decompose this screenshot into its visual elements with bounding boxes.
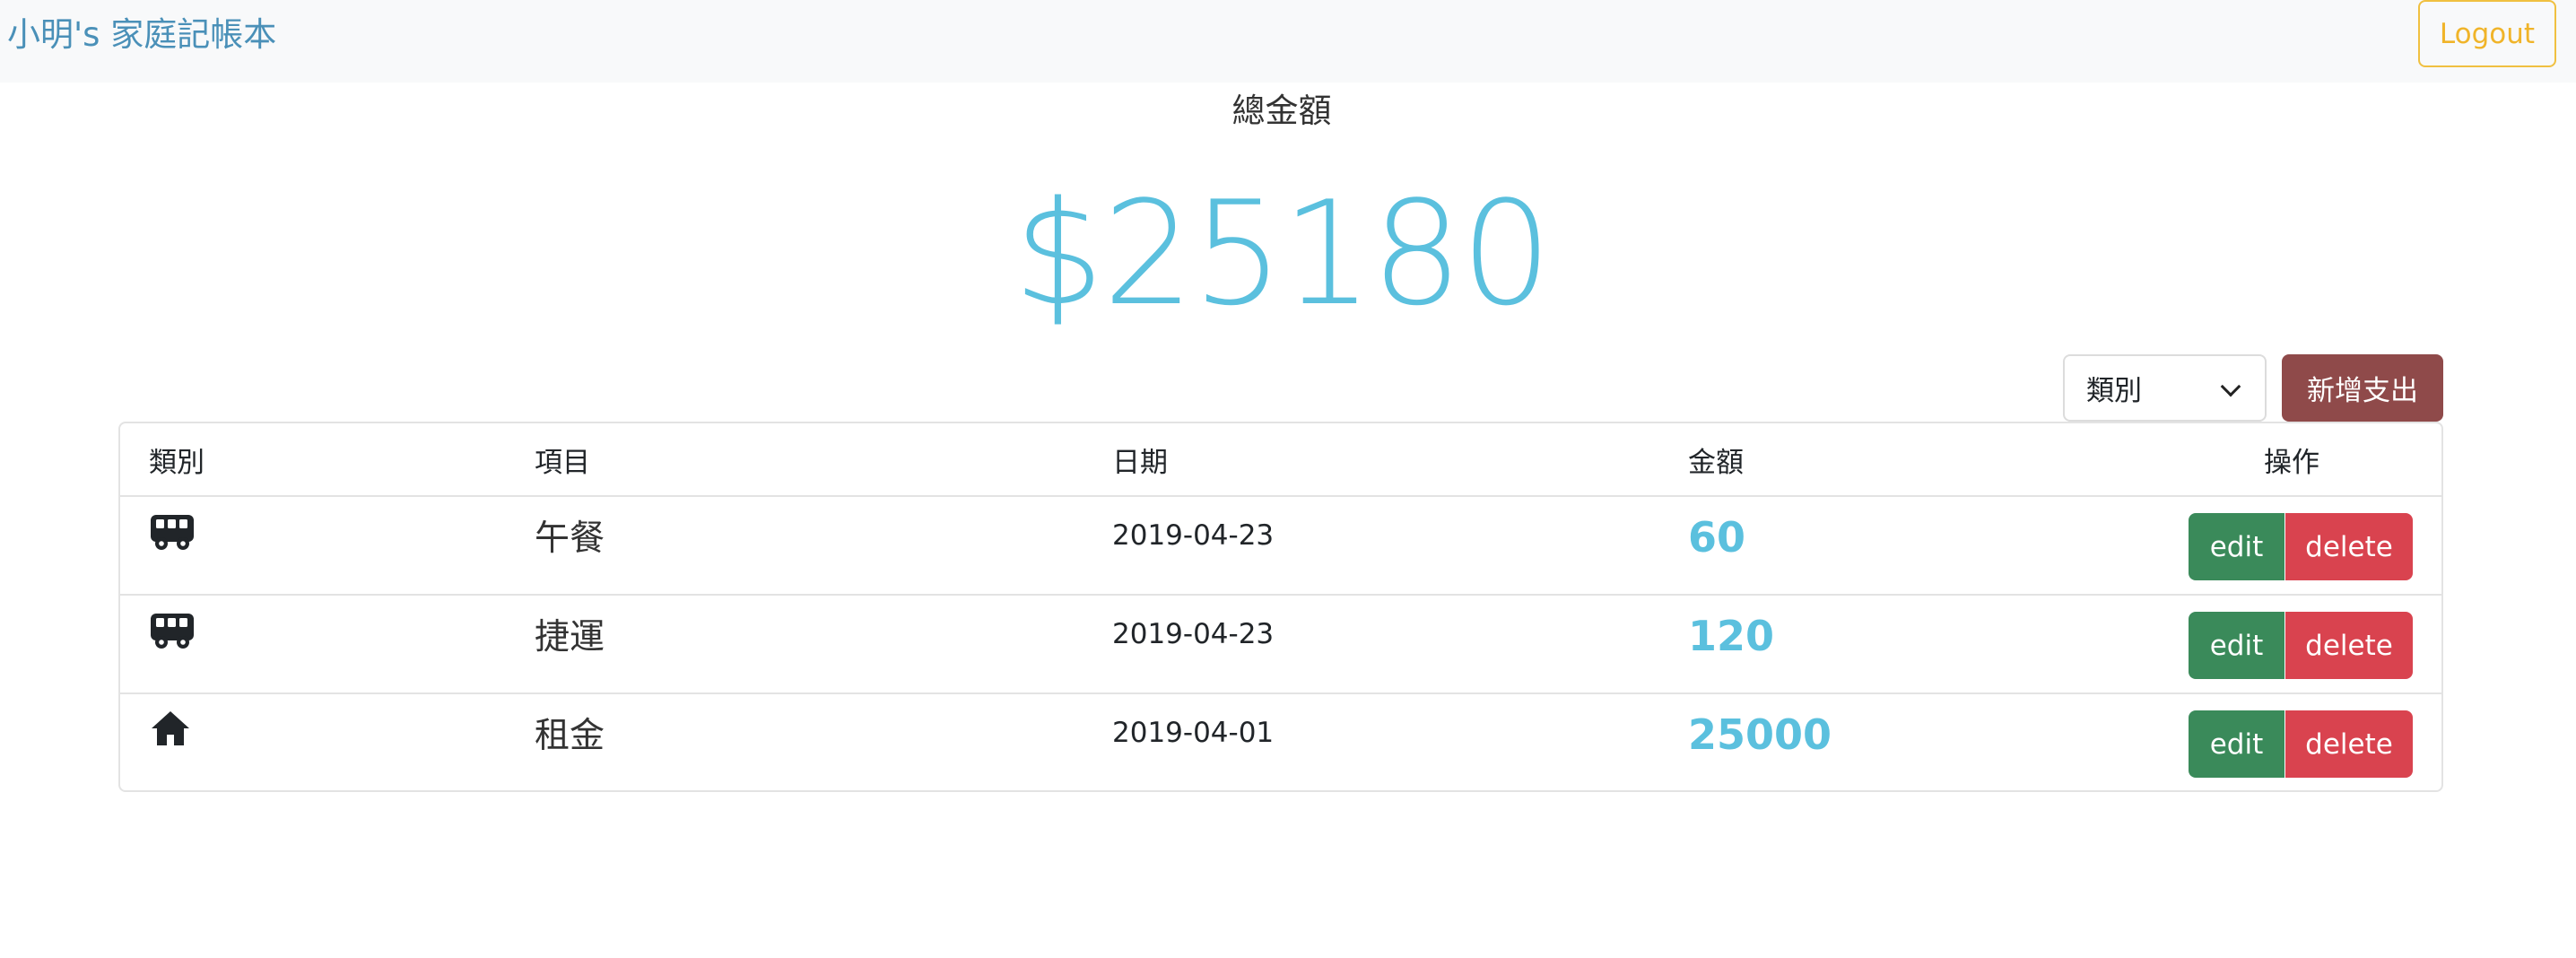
bus-icon [151,614,194,649]
delete-button[interactable]: delete [2285,513,2413,580]
row-item: 租金 [535,716,605,756]
row-amount: 60 [1688,513,1746,562]
category-select-value: 類別 [2086,375,2142,407]
row-item: 午餐 [535,518,605,559]
row-date: 2019-04-23 [1112,519,1275,552]
logout-button[interactable]: Logout [2418,0,2556,67]
row-divider [120,594,2441,596]
edit-button[interactable]: edit [2189,710,2284,778]
delete-button[interactable]: delete [2285,710,2413,778]
row-date: 2019-04-23 [1112,618,1275,650]
navbar: 小明's 家庭記帳本 Logout [0,0,2576,83]
home-icon [152,711,189,745]
total-amount: $25180 [1013,170,1553,337]
bus-icon [151,515,194,550]
header-amount: 金額 [1688,447,1744,479]
add-expense-button[interactable]: 新增支出 [2282,354,2443,422]
delete-button[interactable]: delete [2285,612,2413,679]
row-divider [120,495,2441,497]
row-item: 捷運 [535,617,605,658]
category-filter-select[interactable]: 類別 [2063,354,2267,422]
expense-table: 類別 項目 日期 金額 操作 午餐 2019-04-23 60 edit del… [118,422,2443,792]
header-actions: 操作 [2264,447,2319,479]
edit-button[interactable]: edit [2189,513,2284,580]
brand-title[interactable]: 小明's 家庭記帳本 [7,13,276,57]
row-amount: 120 [1688,612,1775,660]
header-category: 類別 [149,447,205,479]
edit-button[interactable]: edit [2189,612,2284,679]
header-item: 項目 [535,447,590,479]
total-label: 總金額 [1231,91,1332,130]
chevron-down-icon [2220,376,2241,397]
row-amount: 25000 [1688,710,1832,759]
header-date: 日期 [1112,447,1168,479]
row-divider [120,692,2441,694]
row-date: 2019-04-01 [1112,717,1275,749]
